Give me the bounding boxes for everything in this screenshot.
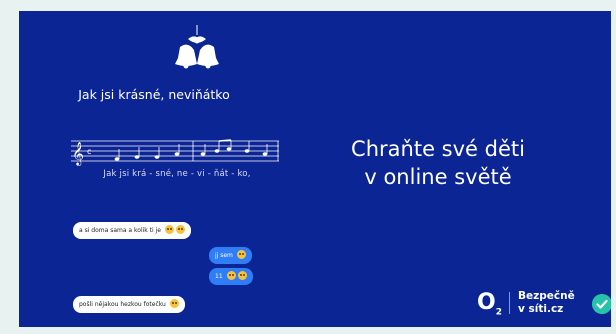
chat-bubble-incoming: pošli nějakou hezkou fotečku [73, 296, 185, 313]
message-text: jj sem [215, 252, 233, 259]
headline: Chraňte své děti v online světě [325, 135, 551, 191]
chat-bubble-outgoing: 11 [209, 268, 253, 285]
message-text: pošli nějakou hezkou fotečku [79, 301, 166, 308]
headline-line-2: v online světě [364, 165, 512, 189]
message-text: a si doma sama a kolik ti je [79, 227, 161, 234]
headline-line-1: Chraňte své děti [351, 137, 525, 161]
smile-emoji-icon [175, 225, 185, 234]
chat-bubble-incoming: a si doma sama a kolik ti je [73, 222, 191, 239]
grin-emoji-icon [226, 271, 236, 280]
smile-emoji-icon [169, 299, 179, 308]
music-staff: 𝄞 c [71, 139, 279, 166]
chat-bubble-outgoing: jj sem [209, 247, 252, 264]
smile-emoji-icon [164, 225, 174, 234]
song-lyrics: Jak jsi krá - sné, ne - vi - ňát - ko, [103, 169, 251, 179]
grin-emoji-icon [236, 250, 246, 259]
christmas-bells-icon [175, 25, 219, 69]
checkmark-icon [592, 294, 611, 314]
song-title: Jak jsi krásné, neviňátko [78, 87, 230, 102]
message-text: 11 [215, 273, 223, 280]
logo-divider [509, 292, 510, 314]
brand-name: Bezpečně v síti.cz [518, 290, 575, 315]
o2-logo: O2 [477, 290, 502, 318]
grin-emoji-icon [237, 271, 247, 280]
svg-text:c: c [87, 147, 91, 156]
ad-banner: Jak jsi krásné, neviňátko 𝄞 c Jak jsi kr [19, 11, 611, 327]
brand-logo: O2 Bezpečně v síti.cz [477, 286, 611, 320]
svg-text:𝄞: 𝄞 [72, 141, 84, 166]
